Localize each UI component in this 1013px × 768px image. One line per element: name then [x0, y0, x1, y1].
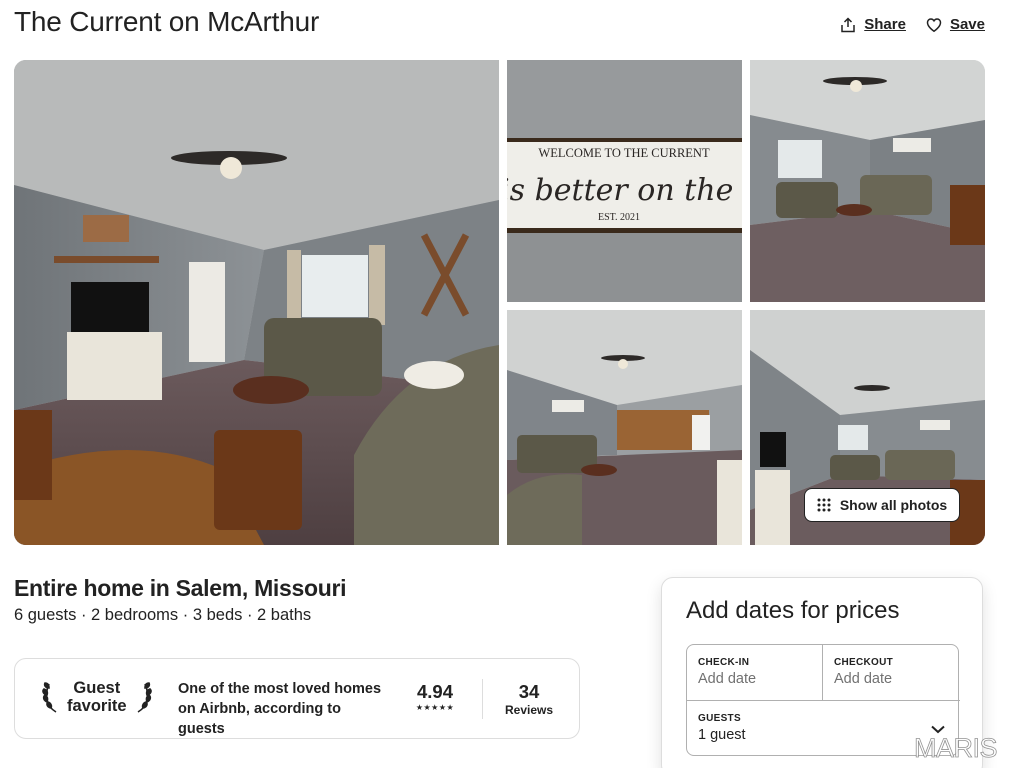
heart-icon — [926, 17, 942, 32]
grid-dots-icon — [817, 498, 831, 512]
share-label: Share — [864, 16, 906, 33]
listing-actions: Share Save — [840, 16, 985, 33]
guests-label: GUESTS — [698, 713, 741, 724]
photo-living-kitchen[interactable] — [507, 310, 742, 545]
share-icon — [841, 16, 855, 32]
reviews-count: 34 — [518, 681, 540, 702]
guest-favorite-line2: favorite — [67, 697, 127, 715]
photo-living-room-wide[interactable] — [750, 60, 985, 302]
guest-favorite-card[interactable]: Guest favorite One of the most loved hom… — [14, 658, 580, 739]
listing-facts: 6 guests · 2 bedrooms · 3 beds · 2 baths — [14, 606, 312, 624]
rating-block: 4.94 ★★★★★ — [409, 681, 461, 713]
photo-welcome-sign[interactable]: WELCOME TO THE CURRENT Life is better on… — [507, 60, 742, 302]
reviews-label: Reviews — [504, 703, 554, 717]
laurel-left-icon — [42, 682, 57, 713]
rating-value: 4.94 — [416, 681, 453, 702]
maris-watermark: MARIS — [914, 733, 998, 764]
guest-favorite-text: Guest favorite — [67, 679, 127, 715]
sign-line3: EST. 2021 — [598, 212, 640, 223]
reviews-block[interactable]: 34 Reviews — [503, 681, 555, 717]
sign-line2: Life is better on the river — [507, 173, 742, 208]
listing-subtitle: Entire home in Salem, Missouri — [14, 575, 347, 601]
checkout-field[interactable]: CHECKOUT Add date — [823, 645, 960, 700]
show-all-photos-label: Show all photos — [839, 497, 948, 513]
laurel-right-icon — [137, 682, 152, 713]
booking-title: Add dates for prices — [686, 597, 900, 624]
listing-title: The Current on McArthur — [14, 6, 320, 37]
rating-divider — [482, 679, 483, 719]
sign-line1: WELCOME TO THE CURRENT — [538, 146, 710, 160]
rating-stars: ★★★★★ — [415, 703, 455, 712]
guest-favorite-badge: Guest favorite — [41, 679, 153, 715]
photo-main-living-room[interactable] — [14, 60, 499, 545]
save-label: Save — [949, 16, 985, 33]
checkout-label: CHECKOUT — [834, 657, 894, 668]
checkout-value: Add date — [834, 671, 893, 687]
checkin-field[interactable]: CHECK-IN Add date — [687, 645, 823, 700]
photo-gallery: WELCOME TO THE CURRENT Life is better on… — [14, 60, 985, 545]
guest-favorite-line1: Guest — [73, 679, 121, 697]
save-button[interactable]: Save — [926, 16, 985, 33]
checkin-value: Add date — [698, 671, 757, 687]
show-all-photos-button[interactable]: Show all photos — [804, 488, 960, 522]
guest-favorite-description: One of the most loved homes on Airbnb, a… — [178, 681, 382, 737]
checkin-label: CHECK-IN — [698, 657, 750, 668]
guests-value: 1 guest — [698, 727, 746, 743]
share-button[interactable]: Share — [840, 16, 906, 33]
